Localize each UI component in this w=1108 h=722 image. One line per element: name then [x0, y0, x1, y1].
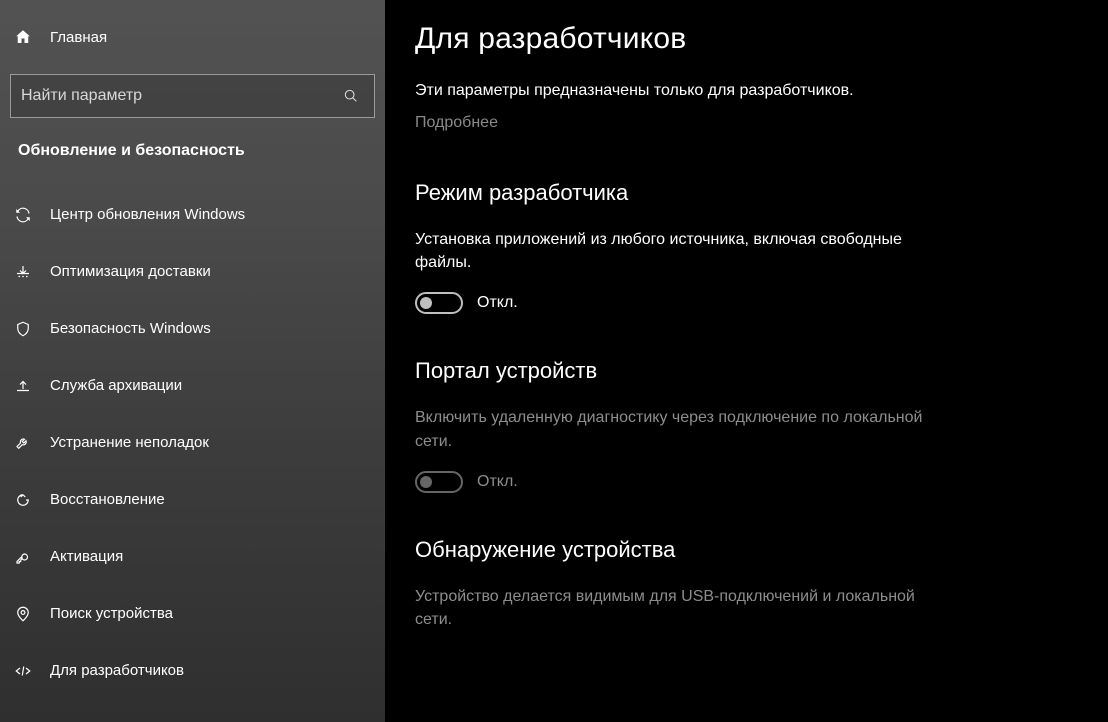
search-input-wrap[interactable]: [10, 74, 375, 118]
sidebar-item-label: Поиск устройства: [50, 605, 173, 622]
section-developer-mode: Режим разработчика Установка приложений …: [415, 180, 1078, 314]
sidebar-item-find-device[interactable]: Поиск устройства: [0, 585, 385, 642]
location-icon: [14, 605, 32, 623]
sidebar-item-windows-update[interactable]: Центр обновления Windows: [0, 186, 385, 243]
sidebar-item-label: Безопасность Windows: [50, 320, 211, 337]
shield-icon: [14, 320, 32, 338]
sidebar-item-delivery-optimization[interactable]: Оптимизация доставки: [0, 243, 385, 300]
wrench-icon: [14, 434, 32, 452]
sidebar-item-label: Оптимизация доставки: [50, 263, 211, 280]
section-desc: Установка приложений из любого источника…: [415, 228, 935, 274]
sidebar-item-recovery[interactable]: Восстановление: [0, 471, 385, 528]
recovery-icon: [14, 491, 32, 509]
section-title: Портал устройств: [415, 358, 1078, 384]
sidebar-item-windows-security[interactable]: Безопасность Windows: [0, 300, 385, 357]
device-portal-toggle[interactable]: [415, 471, 463, 493]
sidebar-item-troubleshoot[interactable]: Устранение неполадок: [0, 414, 385, 471]
page-lead: Эти параметры предназначены только для р…: [415, 82, 1078, 100]
sidebar: Главная Обновление и безопасность Центр …: [0, 0, 385, 722]
category-label: Обновление и безопасность: [0, 142, 385, 186]
code-icon: [14, 662, 32, 680]
section-title: Обнаружение устройства: [415, 537, 1078, 563]
learn-more-link[interactable]: Подробнее: [415, 114, 1078, 132]
sidebar-item-label: Устранение неполадок: [50, 434, 209, 451]
sidebar-item-label: Служба архивации: [50, 377, 182, 394]
search-icon: [342, 87, 360, 105]
sidebar-item-label: Для разработчиков: [50, 662, 184, 679]
toggle-row: Откл.: [415, 292, 1078, 314]
delivery-icon: [14, 263, 32, 281]
home-button[interactable]: Главная: [0, 28, 385, 74]
sidebar-item-developers[interactable]: Для разработчиков: [0, 642, 385, 699]
sidebar-item-label: Активация: [50, 548, 123, 565]
section-desc: Устройство делается видимым для USB-подк…: [415, 585, 935, 631]
sidebar-item-activation[interactable]: Активация: [0, 528, 385, 585]
sidebar-item-label: Восстановление: [50, 491, 165, 508]
section-desc: Включить удаленную диагностику через под…: [415, 406, 935, 452]
page-title: Для разработчиков: [415, 22, 1078, 56]
content: Для разработчиков Эти параметры предназн…: [385, 0, 1108, 722]
sidebar-item-backup[interactable]: Служба архивации: [0, 357, 385, 414]
toggle-label: Откл.: [477, 473, 518, 491]
sync-icon: [14, 206, 32, 224]
backup-icon: [14, 377, 32, 395]
section-device-discovery: Обнаружение устройства Устройство делает…: [415, 537, 1078, 631]
developer-mode-toggle[interactable]: [415, 292, 463, 314]
section-title: Режим разработчика: [415, 180, 1078, 206]
toggle-row: Откл.: [415, 471, 1078, 493]
section-device-portal: Портал устройств Включить удаленную диаг…: [415, 358, 1078, 492]
search-input[interactable]: [21, 87, 342, 105]
home-label: Главная: [50, 29, 107, 46]
nav-list: Центр обновления Windows Оптимизация дос…: [0, 186, 385, 699]
sidebar-item-label: Центр обновления Windows: [50, 206, 245, 223]
key-icon: [14, 548, 32, 566]
home-icon: [14, 28, 32, 46]
toggle-label: Откл.: [477, 294, 518, 312]
